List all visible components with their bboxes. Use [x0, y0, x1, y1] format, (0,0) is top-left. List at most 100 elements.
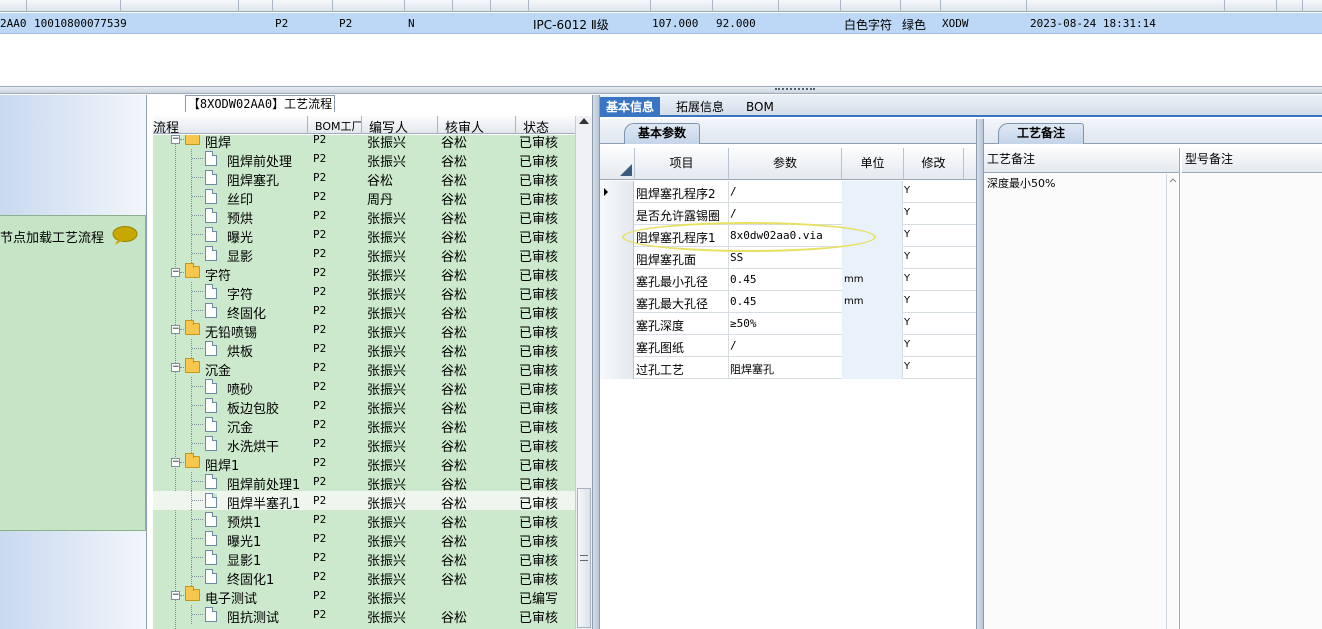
tab-bom[interactable]: BOM [740, 97, 780, 117]
horizontal-splitter[interactable] [0, 86, 1322, 94]
row-header[interactable] [600, 335, 634, 357]
param-row[interactable]: 塞孔深度 ≥50% Y [600, 313, 976, 335]
tree-row[interactable]: 终固化1 P2 张振兴 谷松 已审核 [153, 567, 575, 588]
note-scrollbar[interactable] [1166, 174, 1179, 629]
tree-row[interactable]: − 字符 P2 张振兴 谷松 已审核 [153, 263, 575, 284]
row-header[interactable] [600, 269, 634, 291]
param-row[interactable]: 塞孔最小孔径 0.45 mm Y [600, 269, 976, 291]
col-param[interactable]: 参数 [729, 148, 842, 180]
tree-row[interactable]: 阻焊塞孔 P2 谷松 谷松 已审核 [153, 168, 575, 189]
document-icon [205, 208, 217, 223]
cell-code: 2AA0 [0, 17, 27, 30]
col-item[interactable]: 项目 [635, 148, 729, 180]
row-header[interactable] [600, 203, 634, 225]
param-value[interactable]: 阻焊塞孔 [730, 361, 774, 377]
tree-cell-bom: P2 [313, 190, 327, 203]
document-icon [205, 341, 217, 356]
header-cell [840, 0, 841, 12]
scroll-up-icon[interactable] [579, 118, 589, 124]
process-tree[interactable]: − 阻焊 P2 张振兴 谷松 已审核 阻焊前处理 P2 张振兴 谷松 已审核 阻焊塞孔 P2 谷松 谷松 已审… [153, 135, 575, 629]
grip-icon [580, 555, 588, 561]
tree-row[interactable]: 水洗烘干 P2 张振兴 谷松 已审核 [153, 434, 575, 455]
param-value[interactable]: / [730, 185, 737, 198]
param-item: 塞孔图纸 [636, 341, 685, 355]
param-value[interactable]: / [730, 207, 737, 220]
row-header[interactable] [600, 291, 634, 313]
header-cell [26, 0, 27, 12]
tree-row[interactable]: 阻抗测试 P2 张振兴 谷松 已审核 [153, 605, 575, 626]
tree-row[interactable]: 阻焊前处理 P2 张振兴 谷松 已审核 [153, 149, 575, 170]
row-header[interactable] [600, 357, 634, 379]
col-reviewer[interactable]: 核审人 [445, 117, 484, 136]
col-status[interactable]: 状态 [523, 117, 549, 136]
expand-toggle-icon[interactable]: − [171, 268, 180, 277]
tree-row[interactable]: − 阻焊 P2 张振兴 谷松 已审核 [153, 135, 575, 151]
col-bom[interactable]: BOM工厂 [315, 118, 363, 134]
param-value[interactable]: / [730, 339, 737, 352]
row-header[interactable] [600, 247, 634, 269]
tab-basic-params[interactable]: 基本参数 [624, 123, 700, 144]
param-value[interactable]: SS [730, 251, 743, 264]
tree-row[interactable]: 预烘1 P2 张振兴 谷松 已审核 [153, 510, 575, 531]
tab-basic-info[interactable]: 基本信息 [600, 97, 661, 117]
tab-extended-info[interactable]: 拓展信息 [670, 97, 730, 117]
tree-cell-reviewer: 谷松 [441, 611, 468, 626]
param-row[interactable]: 塞孔最大孔径 0.45 mm Y [600, 291, 976, 313]
process-note-text[interactable]: 深度最小50% [987, 175, 1055, 191]
tree-row[interactable]: 显影 P2 张振兴 谷松 已审核 [153, 244, 575, 265]
params-tabbar: 基本参数 [600, 119, 978, 144]
tree-row[interactable]: 曝光 P2 张振兴 谷松 已审核 [153, 225, 575, 246]
row-header[interactable] [600, 181, 634, 203]
tree-row[interactable]: 显影1 P2 张振兴 谷松 已审核 [153, 548, 575, 569]
col-flow[interactable]: 流程 [153, 117, 179, 136]
tree-row[interactable]: 曝光1 P2 张振兴 谷松 已审核 [153, 529, 575, 550]
tree-row[interactable]: − 电子测试 P2 张振兴 已编写 [153, 586, 575, 607]
cell-length: 107.000 [652, 17, 699, 30]
col-writer[interactable]: 编写人 [369, 117, 408, 136]
process-note-column[interactable]: 工艺备注 深度最小50% [984, 148, 1180, 629]
tree-row[interactable]: 阻焊前处理1 P2 张振兴 谷松 已审核 [153, 472, 575, 493]
tree-row[interactable]: 喷砂 P2 张振兴 谷松 已审核 [153, 377, 575, 398]
model-note-column[interactable]: 型号备注 [1182, 148, 1322, 629]
document-icon [205, 607, 217, 622]
tree-row[interactable]: 字符 P2 张振兴 谷松 已审核 [153, 282, 575, 303]
header-cell [1276, 0, 1277, 12]
load-process-node[interactable]: 节点加载工艺流程 [0, 215, 146, 531]
vertical-splitter[interactable] [592, 95, 600, 629]
expand-toggle-icon[interactable]: − [171, 363, 180, 372]
param-value[interactable]: 0.45 [730, 295, 757, 308]
tree-row[interactable]: 板边包胶 P2 张振兴 谷松 已审核 [153, 396, 575, 417]
expand-toggle-icon[interactable]: − [171, 325, 180, 334]
col-unit[interactable]: 单位 [842, 148, 904, 180]
param-row[interactable]: 阻焊塞孔程序2 / Y [600, 181, 976, 203]
param-row[interactable]: 是否允许露锡圈 / Y [600, 203, 976, 225]
expand-toggle-icon[interactable]: − [171, 135, 180, 144]
expand-toggle-icon[interactable]: − [171, 591, 180, 600]
tree-row[interactable]: 丝印 P2 周丹 谷松 已审核 [153, 187, 575, 208]
order-grid-header [0, 0, 1322, 12]
param-row[interactable]: 过孔工艺 阻焊塞孔 Y [600, 357, 976, 379]
document-icon [205, 170, 217, 185]
tree-row[interactable]: 阻焊半塞孔1 P2 张振兴 谷松 已审核 [153, 491, 575, 512]
document-icon [205, 569, 217, 584]
tree-scrollbar[interactable] [575, 116, 592, 629]
row-header[interactable] [600, 313, 634, 335]
chevron-up-icon[interactable] [1167, 175, 1179, 185]
tree-row[interactable]: 预烘 P2 张振兴 谷松 已审核 [153, 206, 575, 227]
tree-cell-bom: P2 [313, 152, 327, 165]
vertical-splitter[interactable] [976, 119, 984, 629]
tree-row[interactable]: 烘板 P2 张振兴 谷松 已审核 [153, 339, 575, 360]
col-modify[interactable]: 修改 [904, 148, 964, 180]
tree-row[interactable]: 沉金 P2 张振兴 谷松 已审核 [153, 415, 575, 436]
tab-process-notes[interactable]: 工艺备注 [998, 123, 1084, 144]
tree-row[interactable]: 终固化 P2 张振兴 谷松 已审核 [153, 301, 575, 322]
tree-row[interactable]: − 无铅喷锡 P2 张振兴 谷松 已审核 [153, 320, 575, 341]
param-value[interactable]: ≥50% [730, 317, 757, 330]
tree-row[interactable]: − 沉金 P2 张振兴 谷松 已审核 [153, 358, 575, 379]
expand-toggle-icon[interactable]: − [171, 458, 180, 467]
order-row-selected[interactable]: 2AA0 10010800077539 P2 P2 N IPC-6012 Ⅱ级 … [0, 13, 1322, 34]
tree-row[interactable]: − 阻焊1 P2 张振兴 谷松 已审核 [153, 453, 575, 474]
scroll-thumb[interactable] [577, 488, 591, 628]
param-row[interactable]: 塞孔图纸 / Y [600, 335, 976, 357]
param-value[interactable]: 0.45 [730, 273, 757, 286]
